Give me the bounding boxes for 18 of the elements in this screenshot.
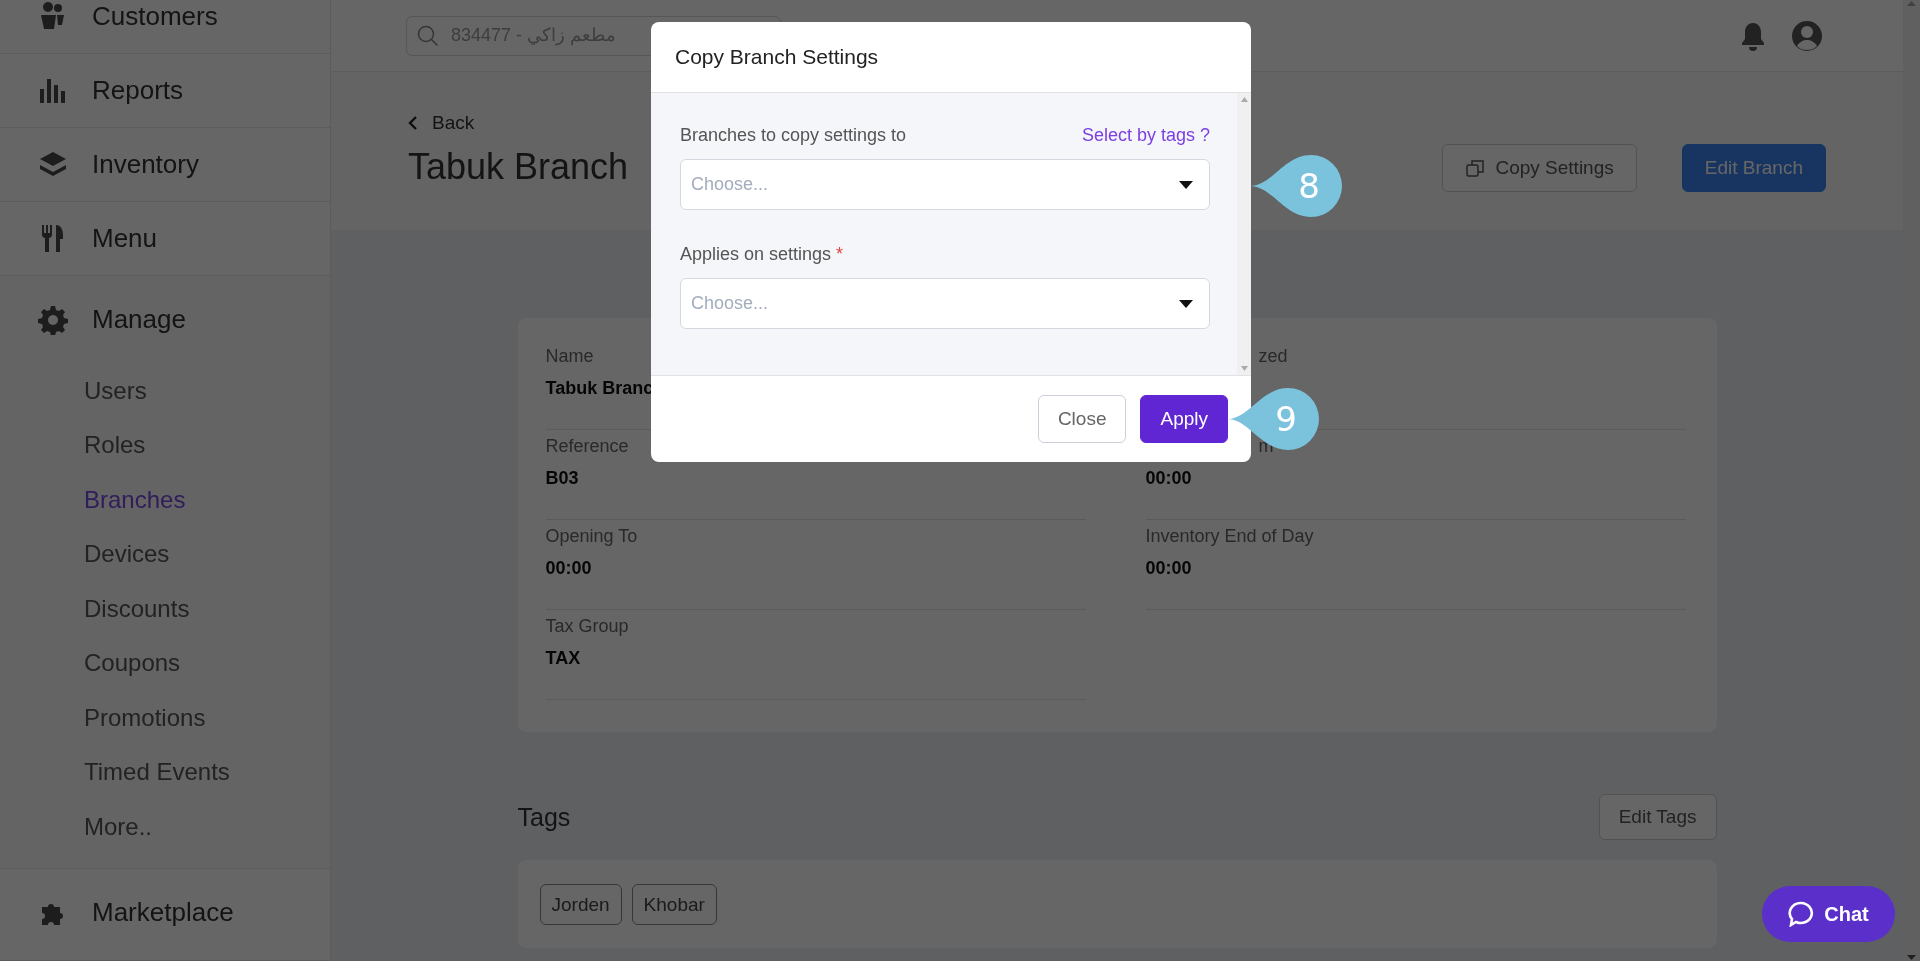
field-label: Branches to copy settings to [680, 124, 907, 146]
field-label: Name [545, 345, 594, 368]
field-label: Reference [545, 435, 629, 458]
field-value: TAX [545, 647, 581, 670]
field-label: Inventory End of Day [1145, 525, 1314, 548]
field-label: Tax Group [545, 615, 629, 638]
field-value: 00:00 [545, 557, 592, 580]
field-value: 00:00 [1145, 557, 1192, 580]
page-title: Tabuk Branch [408, 146, 629, 188]
field-value: 00:00 [1145, 467, 1192, 490]
field-value: Tabuk Branc [545, 377, 654, 400]
field-label: Applies on settings * [680, 243, 844, 265]
tag-chip: Jorden [539, 884, 622, 925]
field-label: Opening To [545, 525, 638, 548]
field-label: zed [1258, 345, 1288, 368]
field-value: B03 [545, 467, 579, 490]
section-title: Tags [517, 802, 571, 832]
tag-chip: Khobar [631, 884, 717, 925]
